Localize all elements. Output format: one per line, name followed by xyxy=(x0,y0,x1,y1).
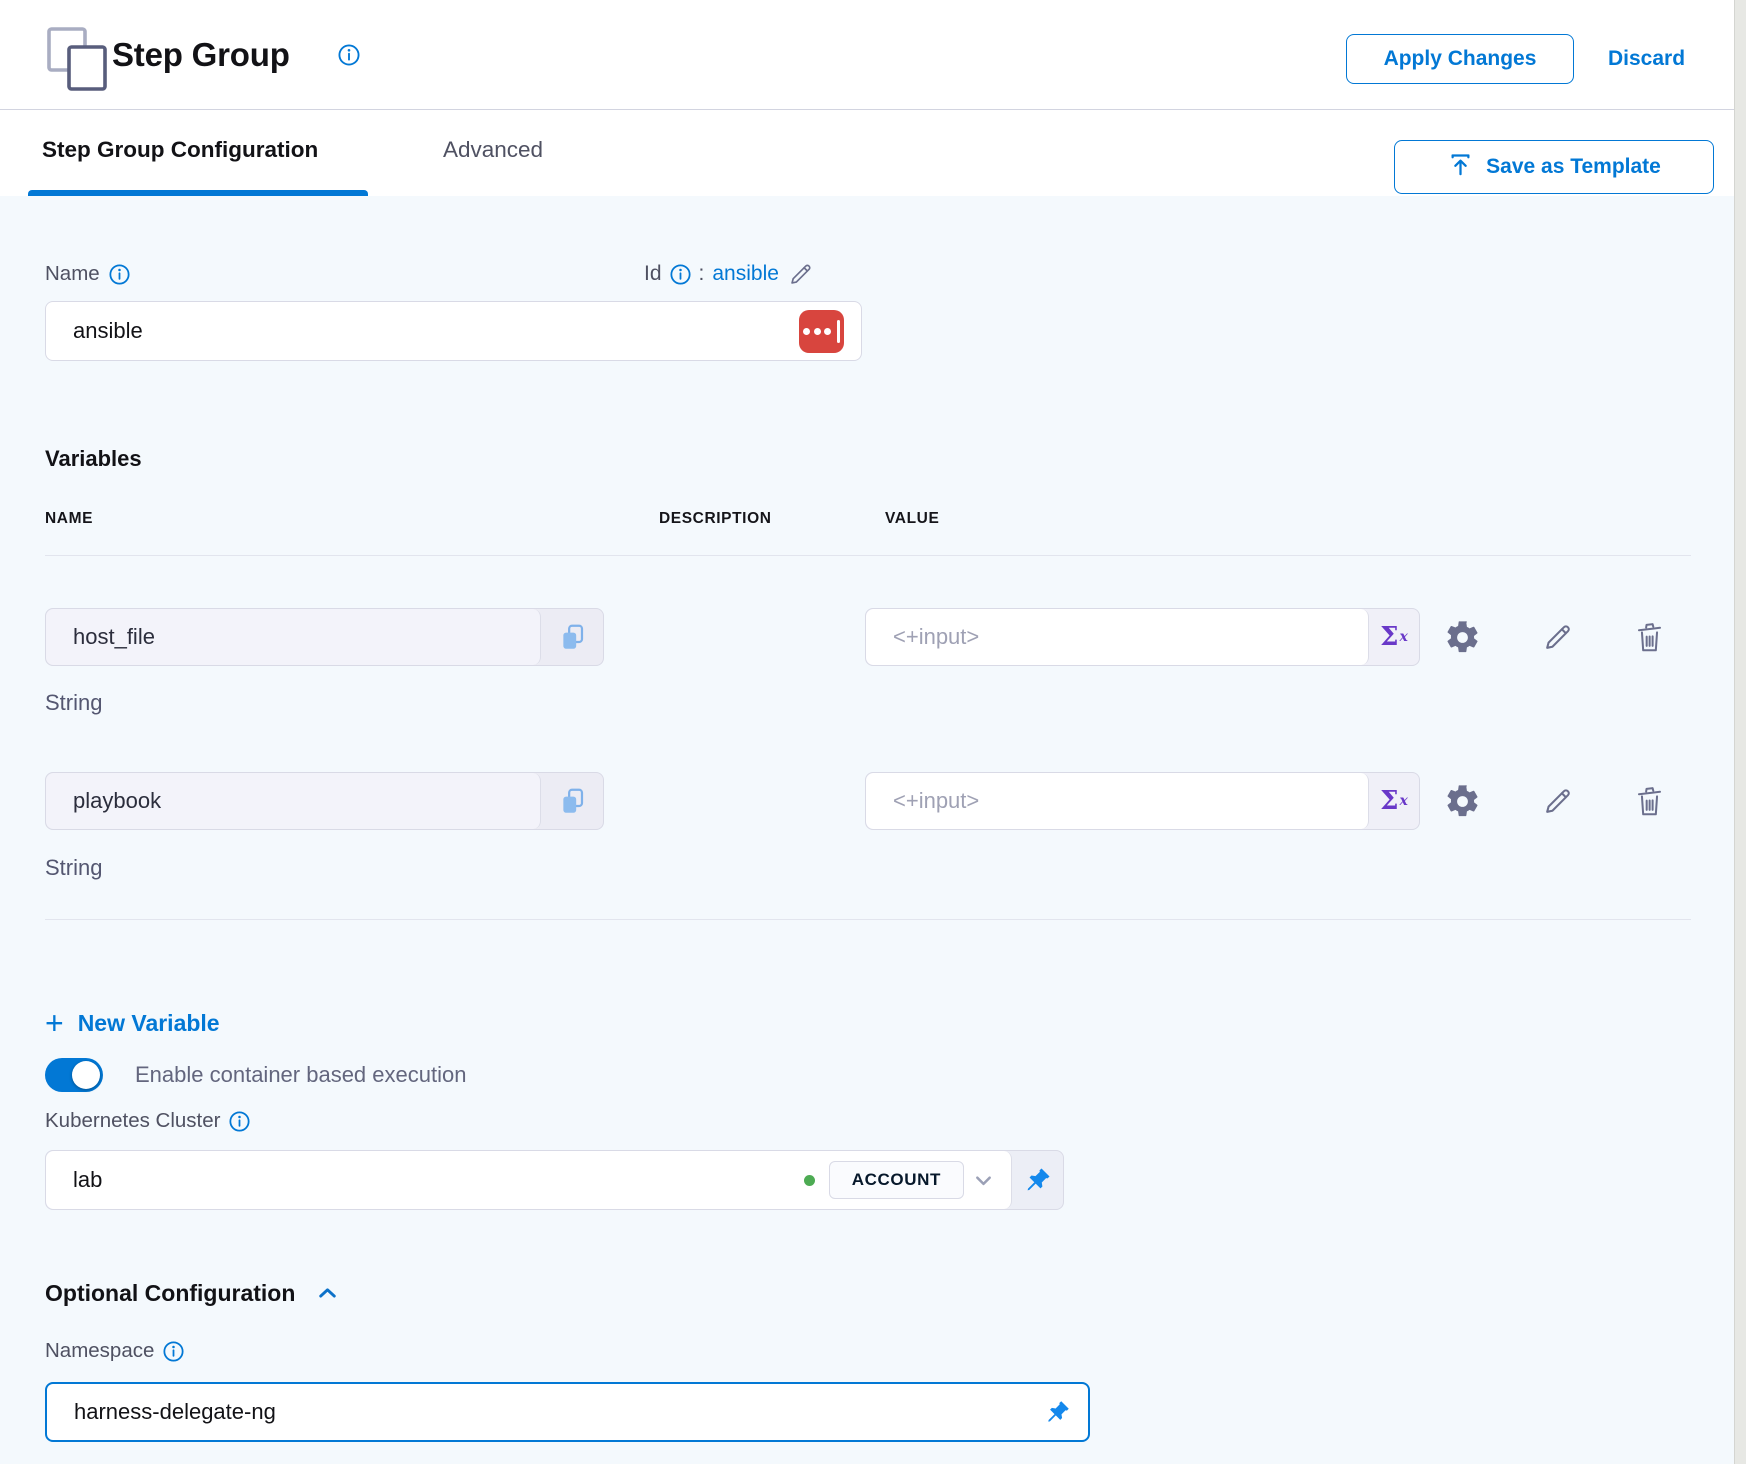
variable-row-name-box xyxy=(45,608,604,666)
column-header-value: VALUE xyxy=(885,510,939,528)
variable-row-name-box xyxy=(45,772,604,830)
step-group-panel: Step Group Apply Changes Discard Step Gr… xyxy=(0,0,1746,1464)
entity-id-row: Id : ansible xyxy=(644,258,814,290)
id-separator: : xyxy=(699,262,705,286)
variable-name-input[interactable] xyxy=(46,624,540,650)
name-info-icon[interactable] xyxy=(109,264,130,285)
variable-value-input[interactable] xyxy=(866,788,1368,814)
table-divider-bottom xyxy=(45,919,1691,920)
name-input[interactable] xyxy=(46,318,799,344)
step-group-info-icon[interactable] xyxy=(338,44,360,66)
kubernetes-cluster-input[interactable] xyxy=(46,1167,804,1193)
step-group-icon xyxy=(46,26,108,97)
copy-icon[interactable] xyxy=(541,773,603,829)
id-info-icon[interactable] xyxy=(670,264,691,285)
chevron-down-icon[interactable] xyxy=(970,1167,997,1194)
upload-icon xyxy=(1447,151,1474,184)
plus-icon: + xyxy=(45,1007,64,1039)
tab-advanced[interactable]: Advanced xyxy=(443,110,543,190)
variable-type-label: String xyxy=(45,690,102,716)
table-divider-top xyxy=(45,555,1691,556)
password-manager-autofill-icon[interactable] xyxy=(799,310,844,353)
namespace-label: Namespace xyxy=(45,1336,184,1366)
id-edit-icon[interactable] xyxy=(787,261,814,288)
namespace-input-wrap xyxy=(45,1382,1090,1442)
optional-configuration-header[interactable]: Optional Configuration xyxy=(45,1276,342,1310)
variable-delete-icon[interactable] xyxy=(1633,784,1666,819)
variable-delete-icon[interactable] xyxy=(1633,620,1666,655)
tab-bar: Step Group Configuration Advanced Save a… xyxy=(0,110,1734,196)
id-label: Id xyxy=(644,262,662,286)
scrollbar[interactable] xyxy=(1734,0,1746,1464)
namespace-input[interactable] xyxy=(47,1399,1043,1425)
container-execution-label: Enable container based execution xyxy=(135,1062,466,1088)
variable-name-input[interactable] xyxy=(46,788,540,814)
content-area xyxy=(0,196,1734,1464)
variable-settings-icon[interactable] xyxy=(1444,619,1481,656)
column-header-description: DESCRIPTION xyxy=(659,510,772,528)
variable-edit-icon[interactable] xyxy=(1541,621,1574,654)
column-header-name: NAME xyxy=(45,510,93,528)
toggle-knob xyxy=(72,1061,100,1089)
kubernetes-cluster-info-icon[interactable] xyxy=(229,1111,250,1132)
scope-badge: ACCOUNT xyxy=(829,1161,964,1199)
id-value: ansible xyxy=(712,262,779,286)
variables-heading: Variables xyxy=(45,446,142,472)
chevron-up-icon xyxy=(313,1281,342,1306)
expression-sigma-icon[interactable]: Σx xyxy=(1369,773,1419,829)
connector-status-dot xyxy=(804,1175,815,1186)
pin-icon[interactable] xyxy=(1043,1398,1072,1427)
discard-button[interactable]: Discard xyxy=(1608,34,1685,84)
kubernetes-cluster-select[interactable]: ACCOUNT xyxy=(46,1151,1012,1209)
expression-sigma-icon[interactable]: Σx xyxy=(1369,609,1419,665)
variable-row-value-box: Σx xyxy=(865,608,1420,666)
tab-step-group-configuration[interactable]: Step Group Configuration xyxy=(42,110,318,190)
kubernetes-cluster-control: ACCOUNT xyxy=(45,1150,1064,1210)
name-label: Name xyxy=(45,258,130,290)
namespace-info-icon[interactable] xyxy=(163,1341,184,1362)
new-variable-button[interactable]: + New Variable xyxy=(45,1002,220,1044)
apply-changes-button[interactable]: Apply Changes xyxy=(1346,34,1574,84)
copy-icon[interactable] xyxy=(541,609,603,665)
page-title: Step Group xyxy=(112,0,290,110)
name-input-wrap xyxy=(45,301,862,361)
variable-value-input[interactable] xyxy=(866,624,1368,650)
variable-edit-icon[interactable] xyxy=(1541,785,1574,818)
variable-settings-icon[interactable] xyxy=(1444,783,1481,820)
save-as-template-button[interactable]: Save as Template xyxy=(1394,140,1714,194)
container-execution-toggle[interactable] xyxy=(45,1058,103,1092)
container-execution-row: Enable container based execution xyxy=(45,1056,466,1094)
variable-row-value-box: Σx xyxy=(865,772,1420,830)
kubernetes-cluster-label: Kubernetes Cluster xyxy=(45,1106,250,1136)
panel-header: Step Group Apply Changes Discard xyxy=(0,0,1734,110)
pin-icon[interactable] xyxy=(1012,1151,1063,1209)
variable-type-label: String xyxy=(45,855,102,881)
